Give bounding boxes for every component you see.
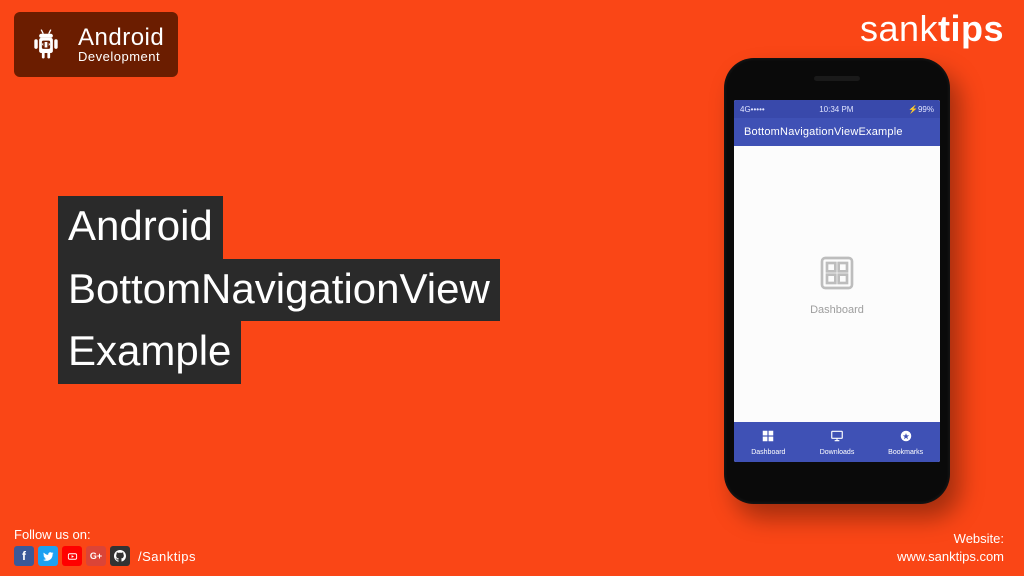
bookmarks-nav-icon bbox=[899, 429, 913, 448]
brand-light: sank bbox=[860, 8, 938, 49]
website-label: Website: bbox=[897, 530, 1004, 548]
twitter-icon[interactable] bbox=[38, 546, 58, 566]
android-dev-badge: Android Development bbox=[14, 12, 178, 77]
bottomnav-downloads[interactable]: Downloads bbox=[803, 422, 872, 462]
youtube-icon[interactable] bbox=[62, 546, 82, 566]
bottomnav-downloads-label: Downloads bbox=[820, 449, 855, 456]
brand-bold: tips bbox=[938, 8, 1004, 49]
dashboard-icon bbox=[817, 253, 857, 298]
app-content: Dashboard bbox=[734, 146, 940, 422]
bottom-nav: Dashboard Downloads Bookmarks bbox=[734, 422, 940, 462]
status-right: ⚡99% bbox=[908, 105, 934, 114]
bottomnav-dashboard-label: Dashboard bbox=[751, 449, 785, 456]
bottomnav-bookmarks-label: Bookmarks bbox=[888, 449, 923, 456]
headline-line1: Android bbox=[58, 196, 223, 259]
android-robot-icon bbox=[24, 20, 68, 69]
follow-label: Follow us on: bbox=[14, 527, 196, 542]
facebook-icon[interactable]: f bbox=[14, 546, 34, 566]
bottomnav-dashboard[interactable]: Dashboard bbox=[734, 422, 803, 462]
headline-line3: Example bbox=[58, 321, 241, 384]
footer-right: Website: www.sanktips.com bbox=[897, 530, 1004, 566]
phone-screen: 4G••••• 10:34 PM ⚡99% BottomNavigationVi… bbox=[734, 100, 940, 462]
badge-text: Android Development bbox=[78, 26, 164, 63]
footer-left: Follow us on: f G+ /Sanktips bbox=[14, 527, 196, 566]
downloads-nav-icon bbox=[830, 429, 844, 448]
bottomnav-bookmarks[interactable]: Bookmarks bbox=[871, 422, 940, 462]
status-left: 4G••••• bbox=[740, 105, 765, 114]
brand-logo: sanktips bbox=[860, 8, 1004, 50]
content-label: Dashboard bbox=[810, 304, 864, 316]
googleplus-icon[interactable]: G+ bbox=[86, 546, 106, 566]
phone-mockup: 4G••••• 10:34 PM ⚡99% BottomNavigationVi… bbox=[724, 58, 950, 504]
status-bar: 4G••••• 10:34 PM ⚡99% bbox=[734, 100, 940, 118]
headline: Android BottomNavigationView Example bbox=[58, 196, 500, 384]
appbar-title: BottomNavigationViewExample bbox=[744, 126, 903, 138]
badge-title: Android bbox=[78, 26, 164, 50]
github-icon[interactable] bbox=[110, 546, 130, 566]
headline-line2: BottomNavigationView bbox=[58, 259, 500, 322]
badge-subtitle: Development bbox=[78, 50, 164, 63]
dashboard-nav-icon bbox=[761, 429, 775, 448]
social-row: f G+ /Sanktips bbox=[14, 546, 196, 566]
app-bar: BottomNavigationViewExample bbox=[734, 118, 940, 146]
status-time: 10:34 PM bbox=[819, 105, 853, 114]
website-url[interactable]: www.sanktips.com bbox=[897, 548, 1004, 566]
social-handle: /Sanktips bbox=[138, 549, 196, 564]
